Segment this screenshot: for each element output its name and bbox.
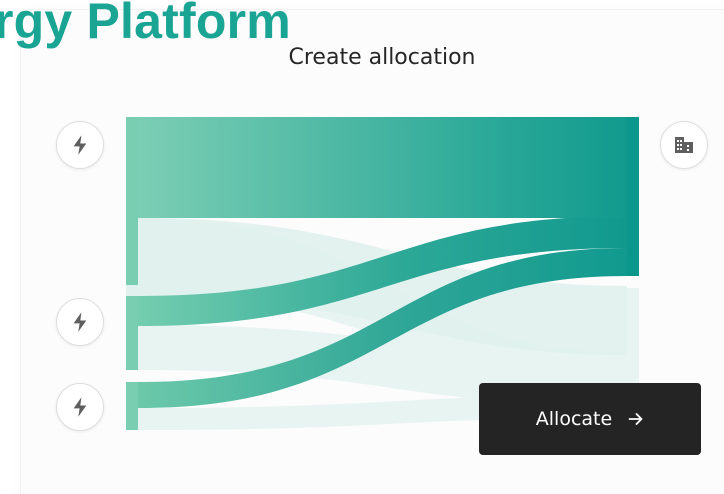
allocate-button[interactable]: Allocate (479, 383, 701, 455)
strong-flow-source-1 (126, 117, 639, 218)
bolt-icon (73, 135, 87, 155)
platform-title: rgy Platform (0, 0, 291, 49)
bolt-icon (73, 397, 87, 417)
source-node-3 (126, 382, 138, 430)
source-node-icon-3[interactable] (56, 383, 104, 431)
destination-node-icon[interactable] (660, 121, 708, 169)
source-node-icon-1[interactable] (56, 121, 104, 169)
building-icon (675, 137, 693, 153)
source-node-1 (126, 117, 138, 285)
bolt-icon (73, 312, 87, 332)
create-allocation-page: rgy Platform Create allocation Allocate (0, 0, 724, 494)
source-node-icon-2[interactable] (56, 298, 104, 346)
allocate-button-label: Allocate (535, 408, 613, 430)
source-node-2 (126, 296, 138, 370)
destination-node-active (627, 117, 639, 276)
arrow-right-icon (628, 411, 644, 427)
